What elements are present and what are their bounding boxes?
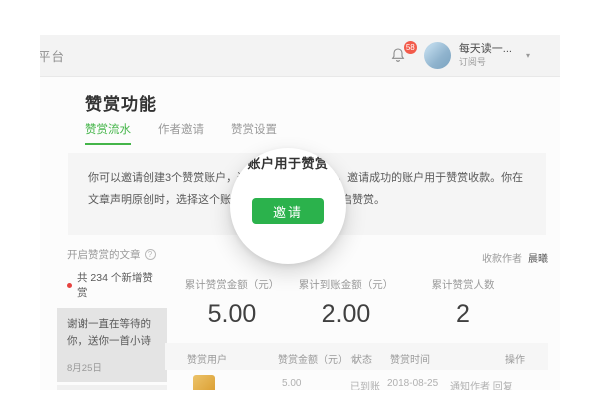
table-row[interactable]: 5.00 已到账 2018-08-25 通知作者 回复 <box>165 375 548 390</box>
stat-label: 累计赞赏金额（元） <box>167 277 297 292</box>
article-item-selected[interactable]: 谢谢一直在等待的你，送你一首小诗 8月25日 <box>57 308 167 382</box>
col-reward-amount: 赞赏金额（元）⇅ <box>278 351 358 366</box>
help-icon[interactable]: ? <box>145 249 156 260</box>
account-info[interactable]: 每天读一... 订阅号 <box>459 43 512 68</box>
table-header: 赞赏用户 赞赏金额（元）⇅ 状态 赞赏时间 操作 <box>165 343 548 370</box>
magnifier-callout: 账户用于赞赏 邀请 <box>230 148 346 264</box>
stat-total-reward: 累计赞赏金额（元） 5.00 <box>167 277 297 329</box>
new-rewards-summary: 共 234 个新增赞赏 <box>57 264 167 308</box>
screenshot-stage: 微信公众平台 58 每天读一... 订阅号 ▾ 赞赏功能 赞赏流水 <box>0 0 600 419</box>
col-actions: 操作 <box>505 351 525 366</box>
tab-bar: 赞赏流水 作者邀请 赞赏设置 <box>85 121 277 145</box>
new-rewards-count: 共 234 个新增赞赏 <box>77 270 157 300</box>
top-bar: 微信公众平台 58 每天读一... 订阅号 ▾ <box>40 35 560 77</box>
stat-label: 累计到账金额（元） <box>281 277 411 292</box>
stat-total-received: 累计到账金额（元） 2.00 <box>281 277 411 329</box>
account-type: 订阅号 <box>459 57 512 68</box>
user-avatar <box>193 375 215 390</box>
cell-amount: 5.00 <box>282 378 301 389</box>
notifications-button[interactable]: 58 <box>390 47 408 65</box>
payee-name[interactable]: 晨曦 <box>528 250 548 265</box>
account-avatar[interactable] <box>424 42 451 69</box>
sidebar-header: 开启赞赏的文章 ? <box>57 243 167 264</box>
col-reward-user: 赞赏用户 <box>187 351 227 366</box>
col-status: 状态 <box>352 351 372 366</box>
stat-value: 2 <box>398 300 528 329</box>
col-reward-amount-label: 赞赏金额（元） <box>278 355 348 366</box>
invite-button[interactable]: 邀请 <box>252 198 324 224</box>
page-title: 赞赏功能 <box>85 90 157 115</box>
cell-time: 2018-08-25 <box>387 378 438 389</box>
stat-value: 5.00 <box>167 300 297 329</box>
topbar-right-group: 58 每天读一... 订阅号 ▾ <box>390 42 530 69</box>
stat-value: 2.00 <box>281 300 411 329</box>
article-date: 8月25日 <box>67 360 157 374</box>
payee-row: 收款作者 晨曦 <box>482 250 548 265</box>
cell-status: 已到账 <box>350 378 380 390</box>
magnified-text: 账户用于赞赏 <box>230 153 346 172</box>
tab-reward-settings[interactable]: 赞赏设置 <box>231 121 277 145</box>
tab-reward-records[interactable]: 赞赏流水 <box>85 121 131 145</box>
chevron-down-icon[interactable]: ▾ <box>526 51 530 60</box>
article-item[interactable]: 航空公司：刚才下单买了架飞机，你们怎么送货，包邮吗? <box>57 385 167 390</box>
account-name: 每天读一... <box>459 43 512 57</box>
notification-badge: 58 <box>404 41 417 54</box>
payee-label: 收款作者 <box>482 250 522 265</box>
stat-total-people: 累计赞赏人数 2 <box>398 277 528 329</box>
cell-action[interactable]: 通知作者 回复 <box>450 378 513 390</box>
stat-label: 累计赞赏人数 <box>398 277 528 292</box>
col-reward-time: 赞赏时间 <box>390 351 430 366</box>
article-sidebar: 开启赞赏的文章 ? 共 234 个新增赞赏 谢谢一直在等待的你，送你一首小诗 8… <box>57 243 167 390</box>
sidebar-header-label: 开启赞赏的文章 <box>67 247 141 262</box>
app-window: 微信公众平台 58 每天读一... 订阅号 ▾ 赞赏功能 赞赏流水 <box>40 35 560 390</box>
tab-author-invite[interactable]: 作者邀请 <box>158 121 204 145</box>
article-title: 谢谢一直在等待的你，送你一首小诗 <box>67 316 157 351</box>
red-dot-icon <box>67 283 72 288</box>
platform-logo: 微信公众平台 <box>40 46 65 65</box>
